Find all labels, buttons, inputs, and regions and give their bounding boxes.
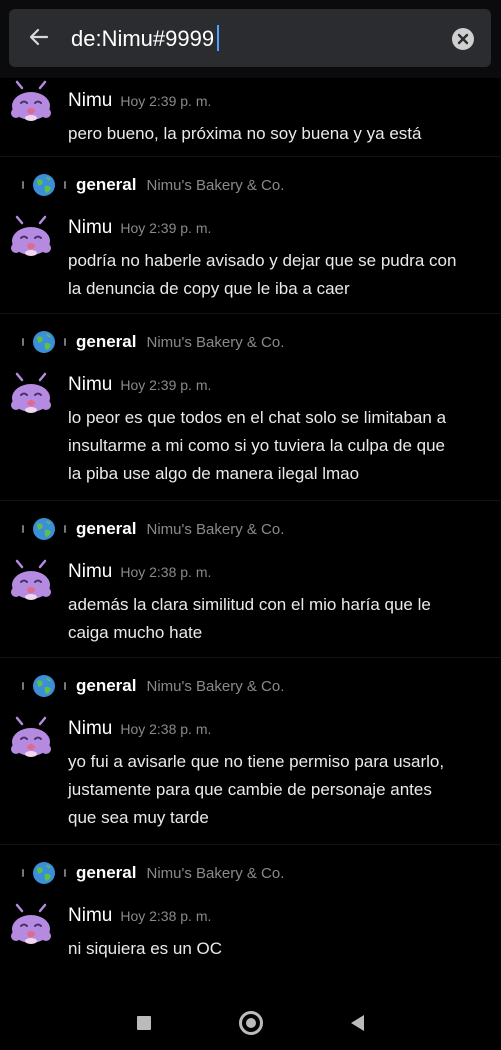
divider-tick bbox=[22, 338, 24, 346]
message-header: Nimu Hoy 2:38 p. m. bbox=[68, 714, 487, 748]
message[interactable]: Nimu Hoy 2:38 p. m. yo fui a avisarle qu… bbox=[0, 714, 501, 844]
globe-icon bbox=[33, 862, 55, 884]
message-text-line: además la clara similitud con el mio har… bbox=[68, 595, 431, 614]
search-box[interactable]: de:Nimu#9999 bbox=[9, 9, 491, 67]
divider-tick bbox=[22, 181, 24, 189]
timestamp: Hoy 2:38 p. m. bbox=[120, 908, 212, 924]
message-text-line: caiga mucho hate bbox=[68, 623, 203, 642]
author-name[interactable]: Nimu bbox=[68, 905, 112, 927]
arrow-left-icon[interactable] bbox=[27, 25, 51, 49]
channel-name[interactable]: general bbox=[76, 676, 136, 696]
search-query[interactable]: de:Nimu#9999 bbox=[71, 25, 220, 52]
server-name: Nimu's Bakery & Co. bbox=[146, 520, 285, 538]
avatar[interactable] bbox=[8, 372, 54, 418]
avatar[interactable] bbox=[8, 903, 54, 949]
message-text-line: lo peor es que todos en el chat solo se … bbox=[68, 408, 447, 427]
avatar[interactable] bbox=[8, 716, 54, 762]
message-header: Nimu Hoy 2:38 p. m. bbox=[68, 557, 487, 591]
channel-header[interactable]: general Nimu's Bakery & Co. bbox=[0, 313, 501, 370]
channel-name[interactable]: general bbox=[76, 332, 136, 352]
search-results: Nimu Hoy 2:39 p. m. pero bueno, la próxi… bbox=[0, 78, 501, 963]
globe-icon bbox=[33, 518, 55, 540]
message-header: Nimu Hoy 2:39 p. m. bbox=[68, 213, 487, 247]
channel-name[interactable]: general bbox=[76, 519, 136, 539]
search-result[interactable]: Nimu Hoy 2:39 p. m. pero bueno, la próxi… bbox=[0, 78, 501, 156]
timestamp: Hoy 2:39 p. m. bbox=[120, 93, 212, 109]
square-icon[interactable] bbox=[137, 1016, 151, 1030]
text-caret bbox=[217, 25, 220, 51]
message-text-line: insultarme a mi como si yo tuviera la cu… bbox=[68, 436, 446, 455]
message[interactable]: Nimu Hoy 2:38 p. m. ni siquiera es un OC bbox=[0, 901, 501, 963]
divider-tick bbox=[22, 525, 24, 533]
globe-icon bbox=[33, 675, 55, 697]
message[interactable]: Nimu Hoy 2:39 p. m. pero bueno, la próxi… bbox=[0, 78, 501, 156]
author-name[interactable]: Nimu bbox=[68, 718, 112, 740]
channel-header[interactable]: general Nimu's Bakery & Co. bbox=[0, 500, 501, 557]
message-text-line: yo fui a avisarle que no tiene permiso p… bbox=[68, 752, 445, 771]
author-name[interactable]: Nimu bbox=[68, 561, 112, 583]
circle-icon[interactable] bbox=[239, 1011, 263, 1035]
clear-search-icon[interactable] bbox=[451, 27, 475, 51]
search-result[interactable]: general Nimu's Bakery & Co. Nimu Hoy 2:3… bbox=[0, 500, 501, 657]
server-name: Nimu's Bakery & Co. bbox=[146, 176, 285, 194]
search-bar: de:Nimu#9999 bbox=[0, 0, 501, 78]
avatar[interactable] bbox=[8, 80, 54, 126]
search-result[interactable]: general Nimu's Bakery & Co. Nimu Hoy 2:3… bbox=[0, 313, 501, 500]
divider-tick bbox=[64, 682, 66, 690]
message-text-line: la denuncia de copy que le iba a caer bbox=[68, 279, 350, 298]
server-name: Nimu's Bakery & Co. bbox=[146, 864, 285, 882]
channel-header[interactable]: general Nimu's Bakery & Co. bbox=[0, 156, 501, 213]
message-text-line: la piba use algo de manera ilegal lmao bbox=[68, 464, 360, 483]
author-name[interactable]: Nimu bbox=[68, 90, 112, 112]
triangle-back-icon[interactable] bbox=[351, 1015, 364, 1031]
message-header: Nimu Hoy 2:39 p. m. bbox=[68, 86, 487, 120]
message-header: Nimu Hoy 2:39 p. m. bbox=[68, 370, 487, 404]
channel-name[interactable]: general bbox=[76, 863, 136, 883]
timestamp: Hoy 2:38 p. m. bbox=[120, 721, 212, 737]
divider-tick bbox=[22, 682, 24, 690]
divider-tick bbox=[64, 181, 66, 189]
search-query-text: de:Nimu#9999 bbox=[71, 26, 215, 51]
server-name: Nimu's Bakery & Co. bbox=[146, 333, 285, 351]
message[interactable]: Nimu Hoy 2:39 p. m. podría no haberle av… bbox=[0, 213, 501, 313]
message[interactable]: Nimu Hoy 2:39 p. m. lo peor es que todos… bbox=[0, 370, 501, 500]
author-name[interactable]: Nimu bbox=[68, 374, 112, 396]
globe-icon bbox=[33, 331, 55, 353]
divider-tick bbox=[64, 525, 66, 533]
timestamp: Hoy 2:38 p. m. bbox=[120, 564, 212, 580]
channel-header[interactable]: general Nimu's Bakery & Co. bbox=[0, 844, 501, 901]
divider-tick bbox=[64, 338, 66, 346]
divider-tick bbox=[22, 869, 24, 877]
message-text-line: ni siquiera es un OC bbox=[68, 939, 223, 958]
message-text-line: que sea muy tarde bbox=[68, 808, 209, 827]
message-header: Nimu Hoy 2:38 p. m. bbox=[68, 901, 487, 935]
channel-name[interactable]: general bbox=[76, 175, 136, 195]
message-text-line: justamente para que cambie de personaje … bbox=[68, 780, 432, 799]
message[interactable]: Nimu Hoy 2:38 p. m. además la clara simi… bbox=[0, 557, 501, 657]
divider-tick bbox=[64, 869, 66, 877]
search-result[interactable]: general Nimu's Bakery & Co. Nimu Hoy 2:3… bbox=[0, 844, 501, 963]
author-name[interactable]: Nimu bbox=[68, 217, 112, 239]
avatar[interactable] bbox=[8, 215, 54, 261]
search-result[interactable]: general Nimu's Bakery & Co. Nimu Hoy 2:3… bbox=[0, 156, 501, 313]
search-result[interactable]: general Nimu's Bakery & Co. Nimu Hoy 2:3… bbox=[0, 657, 501, 844]
server-name: Nimu's Bakery & Co. bbox=[146, 677, 285, 695]
globe-icon bbox=[33, 174, 55, 196]
avatar[interactable] bbox=[8, 559, 54, 605]
message-text-line: pero bueno, la próxima no soy buena y ya… bbox=[68, 124, 422, 143]
channel-header[interactable]: general Nimu's Bakery & Co. bbox=[0, 657, 501, 714]
android-nav-bar bbox=[0, 996, 501, 1050]
timestamp: Hoy 2:39 p. m. bbox=[120, 220, 212, 236]
timestamp: Hoy 2:39 p. m. bbox=[120, 377, 212, 393]
message-text-line: podría no haberle avisado y dejar que se… bbox=[68, 251, 457, 270]
